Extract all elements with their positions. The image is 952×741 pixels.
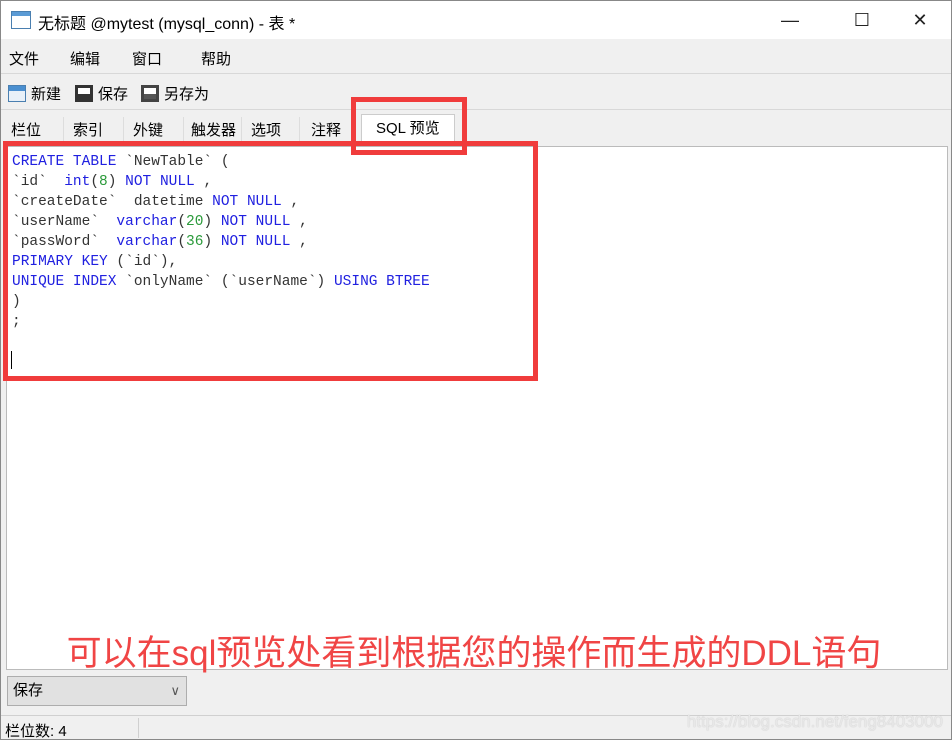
new-label: 新建 xyxy=(31,86,62,103)
menu-window[interactable]: 窗口 xyxy=(132,48,162,69)
title-bar: 无标题 @mytest (mysql_conn) - 表 * — ☐ ✕ xyxy=(1,1,951,39)
save-as-icon xyxy=(141,85,159,102)
menu-file[interactable]: 文件 xyxy=(9,48,39,69)
new-table-icon xyxy=(8,85,26,102)
table-designer-window: 无标题 @mytest (mysql_conn) - 表 * — ☐ ✕ 文件 … xyxy=(0,0,952,740)
table-app-icon xyxy=(11,11,31,29)
window-title: 无标题 @mytest (mysql_conn) - 表 * xyxy=(38,16,296,33)
menu-help[interactable]: 帮助 xyxy=(201,48,231,69)
tab-foreign-keys[interactable]: 外键 xyxy=(123,117,184,144)
code-highlight-box xyxy=(3,141,538,381)
tab-indexes[interactable]: 索引 xyxy=(63,117,124,144)
status-bar: 栏位数: 4 https://blog.csdn.net/feng8403000 xyxy=(1,712,951,740)
field-count: 栏位数: 4 xyxy=(5,723,67,740)
status-divider xyxy=(138,718,139,738)
menu-edit[interactable]: 编辑 xyxy=(70,48,100,69)
annotation-text: 可以在sql预览处看到根据您的操作而生成的DDL语句 xyxy=(66,634,882,673)
save-as-label: 另存为 xyxy=(164,86,210,103)
watermark: https://blog.csdn.net/feng8403000 xyxy=(686,712,943,731)
save-icon xyxy=(75,85,93,102)
minimize-button[interactable]: — xyxy=(767,1,813,39)
maximize-button[interactable]: ☐ xyxy=(839,1,885,39)
save-button[interactable]: 保存 xyxy=(75,83,128,104)
chevron-down-icon: ∨ xyxy=(170,683,180,698)
tab-options[interactable]: 选项 xyxy=(241,117,300,144)
toolbar: 新建 保存 另存为 xyxy=(1,75,951,110)
tab-fields[interactable]: 栏位 xyxy=(1,117,64,144)
tab-triggers[interactable]: 触发器 xyxy=(181,117,242,144)
save-mode-value: 保存 xyxy=(13,682,44,699)
save-mode-select[interactable]: 保存 ∨ xyxy=(7,676,187,706)
menu-bar: 文件 编辑 窗口 帮助 xyxy=(1,39,951,74)
close-button[interactable]: ✕ xyxy=(897,1,943,39)
new-button[interactable]: 新建 xyxy=(8,83,61,104)
save-label: 保存 xyxy=(98,86,129,103)
save-as-button[interactable]: 另存为 xyxy=(141,83,209,104)
